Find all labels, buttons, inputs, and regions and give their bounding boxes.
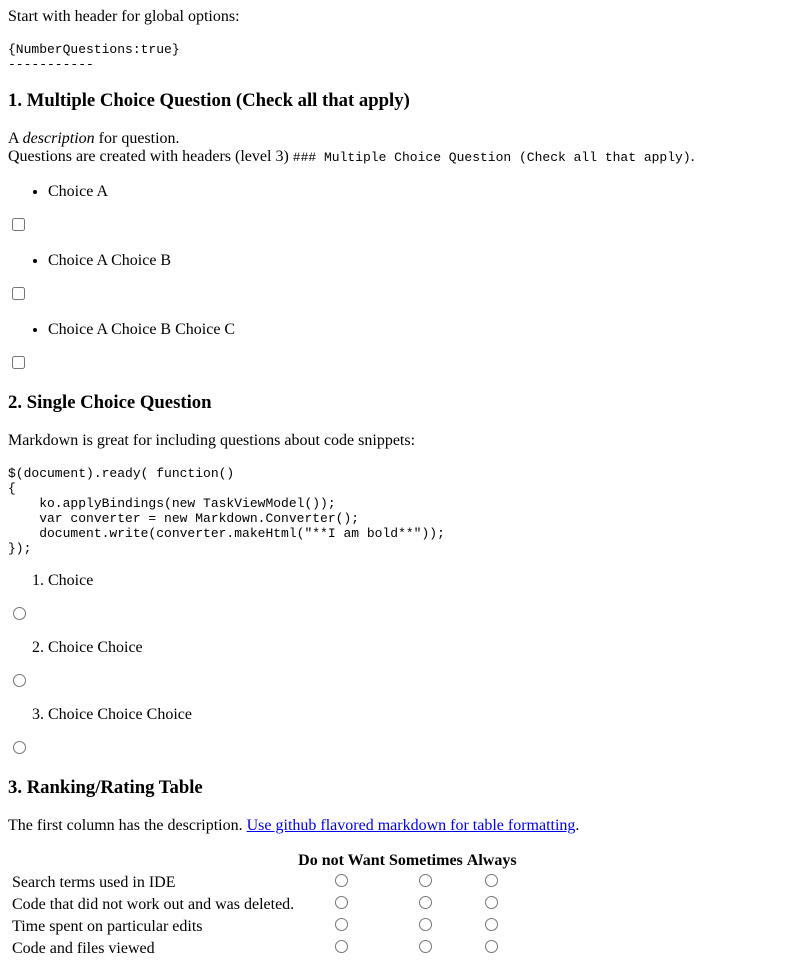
column-header: Sometimes: [389, 852, 463, 869]
q1-desc-em: description: [22, 130, 95, 147]
q2-description: Markdown is great for including question…: [8, 432, 416, 449]
rating-table-header: Do not Want Sometimes Always: [11, 851, 518, 871]
q1-choices: Choice A Choice A Choice B Choice A Choi…: [8, 183, 792, 374]
options-code-text: {NumberQuestions:true}: [8, 42, 180, 57]
intro-text: Start with header for global options:: [8, 8, 240, 25]
q2-title: 2. Single Choice Question: [8, 392, 212, 413]
options-code: {NumberQuestions:true} -----------: [8, 42, 792, 72]
page: Start with header for global options: {N…: [0, 0, 800, 969]
rating-radio[interactable]: [419, 874, 433, 887]
q2-code-snippet: $(document).ready( function() { ko.apply…: [8, 466, 445, 556]
q1-choice-c-checkbox[interactable]: [12, 356, 25, 369]
rating-table: Do not Want Sometimes Always Search term…: [9, 849, 520, 961]
q1-choice-item: Choice A Choice B: [12, 252, 792, 305]
rating-table-header-empty: [11, 851, 295, 871]
q3-description: The first column has the description. Us…: [8, 817, 792, 835]
column-header: Do not Want: [298, 852, 386, 869]
table-row: Search terms used in IDE: [11, 873, 518, 893]
row-label: Code and files viewed: [12, 940, 155, 957]
row-label: Time spent on particular edits: [12, 918, 203, 935]
q2-choice-3-radio[interactable]: [13, 741, 26, 754]
q1-choice-item: Choice A Choice B Choice C: [12, 321, 792, 374]
rating-radio[interactable]: [485, 940, 499, 953]
q2-choice-label: Choice Choice: [48, 639, 143, 656]
q1-choice-label: Choice A Choice B: [48, 252, 172, 269]
q2-choice-1-radio[interactable]: [13, 607, 26, 620]
q3-title: 3. Ranking/Rating Table: [8, 777, 203, 798]
rating-radio[interactable]: [419, 918, 433, 931]
q1-header-code: ### Multiple Choice Question (Check all …: [292, 150, 691, 165]
q1-desc-a: A: [8, 130, 19, 147]
column-header: Always: [466, 852, 517, 869]
q3-desc-text: The first column has the description.: [8, 817, 243, 834]
q2-choice-label: Choice Choice Choice: [48, 706, 192, 723]
rating-radio[interactable]: [485, 918, 499, 931]
markdown-table-link[interactable]: Use github flavored markdown for table f…: [247, 817, 576, 834]
rating-radio[interactable]: [485, 874, 499, 887]
q2-choice-item: Choice Choice Choice: [13, 706, 792, 759]
q2-choice-item: Choice Choice: [13, 639, 792, 692]
q1-choice-a-checkbox[interactable]: [12, 218, 25, 231]
q2-choice-2-radio[interactable]: [13, 674, 26, 687]
q2-choice-label: Choice: [48, 572, 94, 589]
row-label: Search terms used in IDE: [12, 874, 176, 891]
q1-choice-item: Choice A: [12, 183, 792, 236]
q1-desc-line2: Questions are created with headers (leve…: [8, 148, 289, 165]
rating-radio[interactable]: [419, 940, 433, 953]
table-row: Code that did not work out and was delet…: [11, 895, 518, 915]
q1-title: 1. Multiple Choice Question (Check all t…: [8, 90, 410, 111]
rating-radio[interactable]: [419, 896, 433, 909]
q2-choices: Choice Choice Choice Choice Choice Choic…: [8, 572, 792, 759]
q1-choice-label: Choice A: [48, 183, 108, 200]
rating-radio[interactable]: [335, 940, 349, 953]
rating-radio[interactable]: [335, 896, 349, 909]
table-row: Code and files viewed: [11, 939, 518, 959]
q1-desc-rest: for question.: [98, 130, 180, 147]
q1-description: A description for question. Questions are…: [8, 130, 792, 167]
q1-choice-b-checkbox[interactable]: [12, 287, 25, 300]
q2-choice-item: Choice: [13, 572, 792, 625]
table-row: Time spent on particular edits: [11, 917, 518, 937]
q1-desc-end: .: [690, 148, 695, 165]
rating-radio[interactable]: [335, 918, 349, 931]
row-label: Code that did not work out and was delet…: [12, 896, 295, 913]
rating-radio[interactable]: [335, 874, 349, 887]
q3-desc-end: .: [575, 817, 580, 834]
q1-choice-label: Choice A Choice B Choice C: [48, 321, 236, 338]
rating-radio[interactable]: [485, 896, 499, 909]
horizontal-rule: -----------: [8, 57, 94, 72]
